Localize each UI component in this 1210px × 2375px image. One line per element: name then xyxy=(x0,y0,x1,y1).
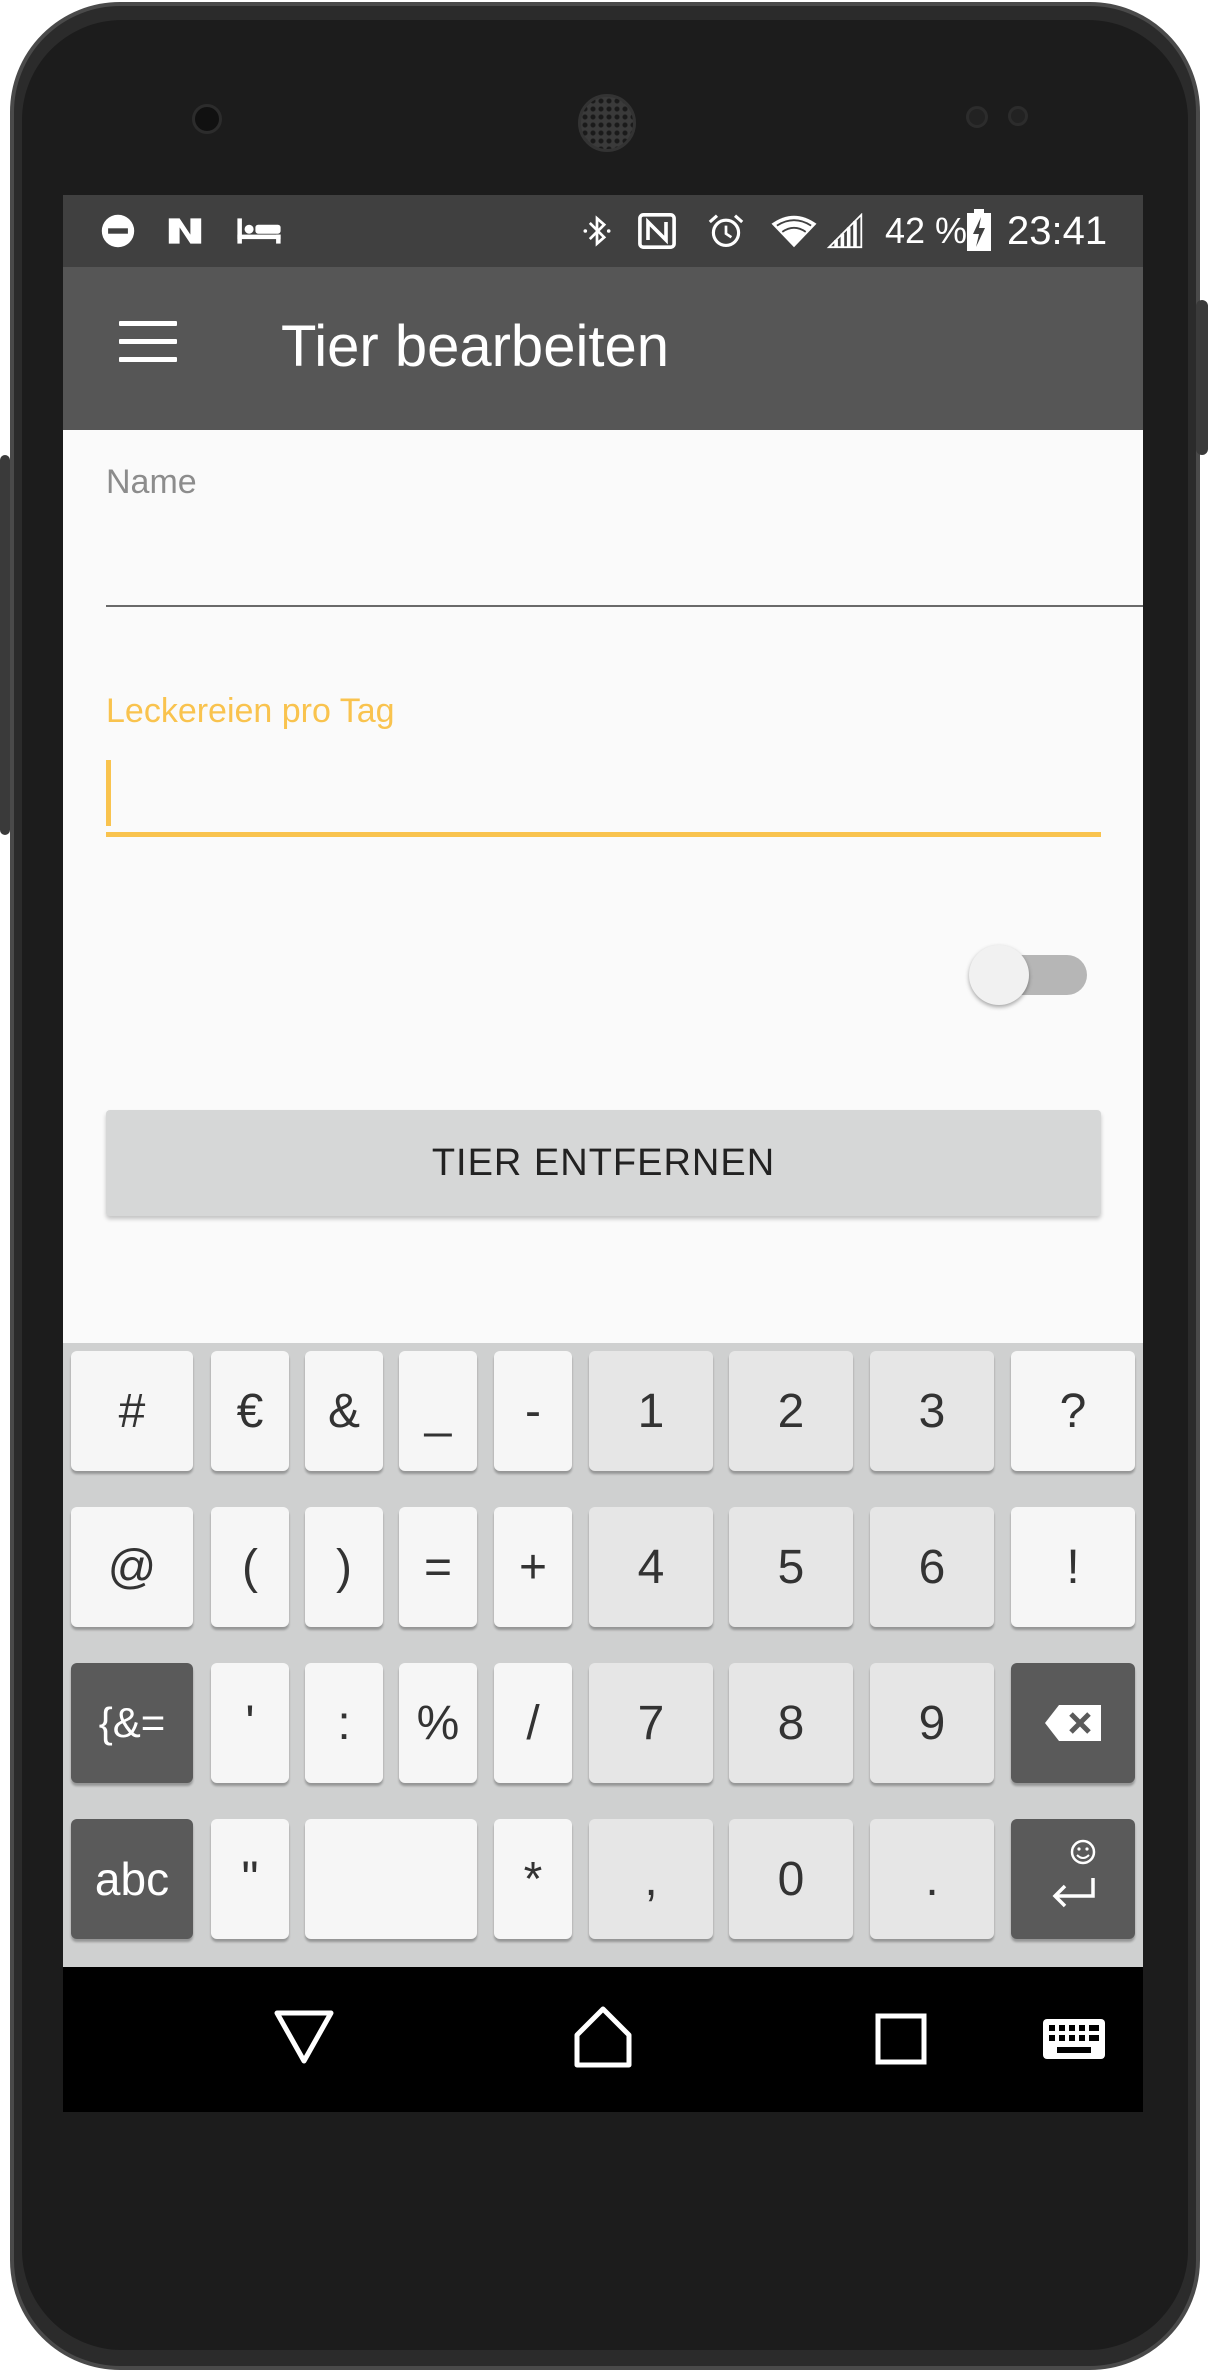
back-triangle-icon[interactable] xyxy=(273,2009,335,2065)
key-percent[interactable]: % xyxy=(399,1663,477,1783)
battery-percent: 42 % xyxy=(885,210,968,251)
key-abc[interactable]: abc xyxy=(71,1819,193,1939)
key-minus[interactable]: - xyxy=(494,1351,572,1471)
page-title: Tier bearbeiten xyxy=(281,314,669,379)
toggle-switch[interactable] xyxy=(963,939,1093,1011)
key-euro[interactable]: € xyxy=(211,1351,289,1471)
key-paren-close[interactable]: ) xyxy=(305,1507,383,1627)
screen: 42 % 23:41 Tier bearbeiten Name Leckerei… xyxy=(63,195,1143,2112)
app-bar: Tier bearbeiten xyxy=(63,267,1143,430)
navigation-bar xyxy=(63,1967,1143,2112)
key-9[interactable]: 9 xyxy=(870,1663,994,1783)
remove-animal-button[interactable]: TIER ENTFERNEN xyxy=(106,1110,1101,1216)
key-8[interactable]: 8 xyxy=(729,1663,853,1783)
key-5[interactable]: 5 xyxy=(729,1507,853,1627)
key-plus[interactable]: + xyxy=(494,1507,572,1627)
alarm-icon xyxy=(708,214,744,247)
key-4[interactable]: 4 xyxy=(589,1507,713,1627)
key-double-quote[interactable]: " xyxy=(211,1819,289,1939)
key-0[interactable]: 0 xyxy=(729,1819,853,1939)
key-apostrophe[interactable]: ' xyxy=(211,1663,289,1783)
key-paren-open[interactable]: ( xyxy=(211,1507,289,1627)
key-equals[interactable]: = xyxy=(399,1507,477,1627)
key-underscore[interactable]: _ xyxy=(399,1351,477,1471)
key-ampersand[interactable]: & xyxy=(305,1351,383,1471)
key-3[interactable]: 3 xyxy=(870,1351,994,1471)
key-backspace[interactable] xyxy=(1011,1663,1135,1783)
key-7[interactable]: 7 xyxy=(589,1663,713,1783)
treats-input[interactable] xyxy=(106,750,1101,832)
enter-emoji-icon xyxy=(1052,1839,1096,1908)
hamburger-menu-icon[interactable] xyxy=(119,321,177,363)
nfc-icon xyxy=(638,213,676,249)
key-space[interactable] xyxy=(305,1819,477,1939)
sleep-bed-icon xyxy=(237,218,281,244)
key-hash[interactable]: # xyxy=(71,1351,193,1471)
key-comma[interactable]: , xyxy=(589,1819,713,1939)
key-colon[interactable]: : xyxy=(305,1663,383,1783)
wifi-icon xyxy=(771,215,817,248)
do-not-disturb-icon xyxy=(101,214,135,248)
key-exclamation[interactable]: ! xyxy=(1011,1507,1135,1627)
key-slash[interactable]: / xyxy=(494,1663,572,1783)
bluetooth-icon xyxy=(583,215,611,247)
key-enter[interactable] xyxy=(1011,1819,1135,1939)
home-icon[interactable] xyxy=(571,2005,635,2069)
earpiece-speaker xyxy=(578,94,636,152)
name-field-label: Name xyxy=(106,463,197,501)
status-bar: 42 % 23:41 xyxy=(63,195,1143,267)
backspace-icon xyxy=(1045,1705,1101,1741)
clock: 23:41 xyxy=(1007,209,1108,253)
light-sensor xyxy=(1008,106,1028,126)
key-question[interactable]: ? xyxy=(1011,1351,1135,1471)
treats-field-label: Leckereien pro Tag xyxy=(106,692,395,730)
key-symbols-toggle[interactable]: {&= xyxy=(71,1663,193,1783)
proximity-sensor xyxy=(966,106,988,128)
key-at[interactable]: @ xyxy=(71,1507,193,1627)
key-period[interactable]: . xyxy=(870,1819,994,1939)
keyboard-icon[interactable] xyxy=(1043,2019,1105,2059)
cell-signal-icon xyxy=(826,213,863,249)
switch-thumb xyxy=(969,945,1029,1005)
battery-charging-icon xyxy=(967,209,991,251)
name-input[interactable] xyxy=(106,513,1143,605)
volume-button xyxy=(1196,300,1208,455)
text-cursor xyxy=(106,760,111,826)
numeric-symbol-keyboard: # € & _ - 1 2 3 ? @ ( ) = + 4 5 6 ! {&= … xyxy=(63,1343,1143,1967)
front-camera xyxy=(192,104,222,134)
recents-square-icon[interactable] xyxy=(875,2013,927,2065)
name-input-underline xyxy=(106,605,1143,607)
key-2[interactable]: 2 xyxy=(729,1351,853,1471)
key-asterisk[interactable]: * xyxy=(494,1819,572,1939)
treats-input-underline xyxy=(106,832,1101,837)
n-app-icon xyxy=(168,218,202,244)
key-1[interactable]: 1 xyxy=(589,1351,713,1471)
key-6[interactable]: 6 xyxy=(870,1507,994,1627)
power-button xyxy=(0,455,10,835)
